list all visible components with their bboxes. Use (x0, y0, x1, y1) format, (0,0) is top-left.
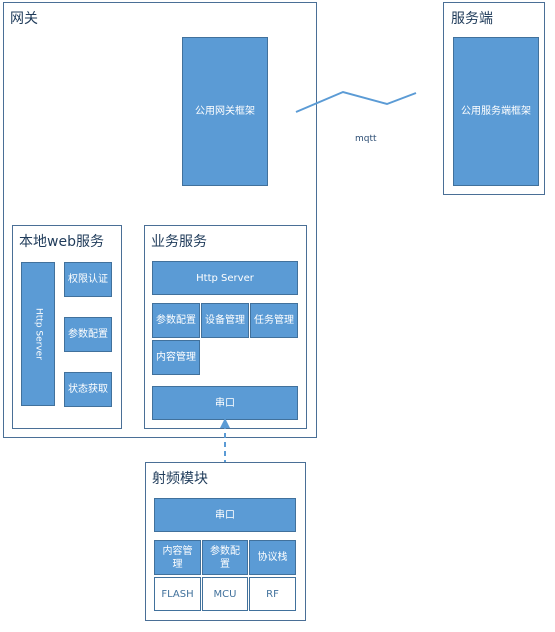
mqtt-link (295, 90, 417, 113)
rf-param-config-box: 参数配置 (202, 540, 248, 575)
rf-box: RF (249, 577, 296, 611)
rf-content-mgmt-box: 内容管理 (154, 540, 201, 575)
mcu-box: MCU (202, 577, 248, 611)
mqtt-label: mqtt (355, 134, 377, 144)
protocol-stack-box: 协议栈 (249, 540, 296, 575)
rf-serial-box: 串口 (154, 498, 296, 532)
rf-module-title: 射频模块 (152, 471, 208, 487)
serial-link-arrow-up (220, 418, 230, 428)
flash-box: FLASH (154, 577, 201, 611)
